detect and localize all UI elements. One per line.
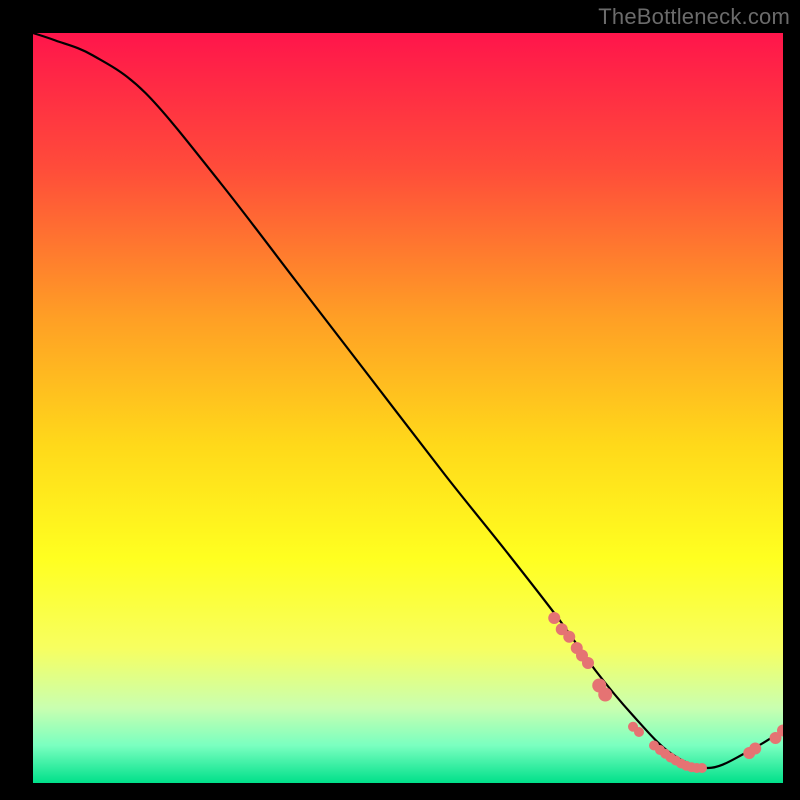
data-marker <box>598 688 612 702</box>
data-marker <box>582 657 594 669</box>
chart-background <box>33 33 783 783</box>
chart-svg <box>33 33 783 783</box>
data-marker <box>634 727 644 737</box>
chart-plot-area <box>33 33 783 783</box>
watermark-text: TheBottleneck.com <box>598 4 790 30</box>
data-marker <box>548 612 560 624</box>
data-marker <box>563 631 575 643</box>
data-marker <box>749 743 761 755</box>
data-marker <box>697 763 707 773</box>
chart-frame: TheBottleneck.com <box>0 0 800 800</box>
